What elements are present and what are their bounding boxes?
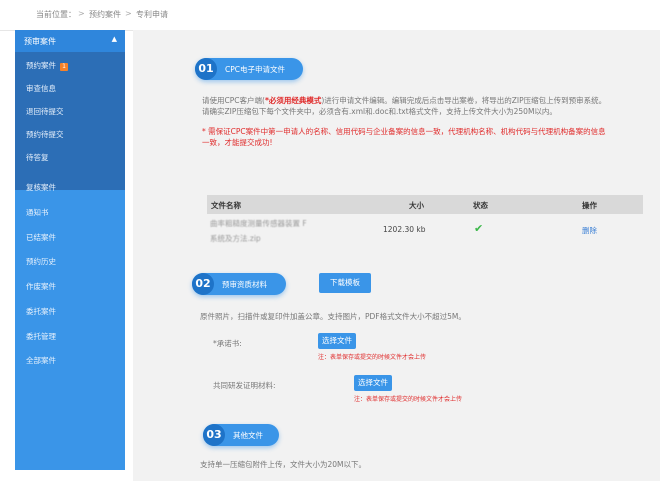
breadcrumb-separator: > <box>78 9 85 18</box>
cpc-instruction-line-2: 请确实ZIP压缩包下每个文件夹中，必须含有.xml和.doc和.txt格式文件，… <box>202 107 557 116</box>
section-title: CPC电子申请文件 <box>225 65 285 74</box>
file-name-line-1: 曲率粗糙度测量传感器装置 F <box>210 219 307 228</box>
sidebar-item-appointment-history[interactable]: 预约历史 <box>26 256 56 267</box>
sidebar-group-preexam[interactable]: 预审案件 ▲ <box>15 30 125 52</box>
section-number: 03 <box>203 424 225 446</box>
file-size: 1202.30 kb <box>383 225 426 234</box>
section-number: 01 <box>195 58 217 80</box>
upload-note-joint-rd: 注：表单保存或提交的时候文件才会上传 <box>354 396 463 403</box>
sidebar-item-closed-cases[interactable]: 已结案件 <box>26 232 56 243</box>
sidebar-item-appointment-pending[interactable]: 预约待提交 <box>26 129 64 140</box>
cpc-instruction-line-1: 请使用CPC客户端(*必须用经典模式)进行申请文件编辑。编辑完成后点击导出案卷，… <box>202 96 607 105</box>
sidebar-item-all-cases[interactable]: 全部案件 <box>26 355 56 366</box>
section-header-other-files: 03 其他文件 <box>203 424 279 446</box>
sidebar-item-recheck-cases[interactable]: 复核案件 <box>26 182 56 193</box>
section-header-qualification: 02 预审资质材料 <box>192 273 286 295</box>
choose-file-joint-rd-button[interactable]: 选择文件 <box>354 375 392 391</box>
chevron-up-icon: ▲ <box>111 35 117 43</box>
upload-note-commitment: 注：表单保存或提交的时候文件才会上传 <box>318 354 427 361</box>
sidebar-submenu: 预约案件 1 审查信息 退回待提交 预约待提交 待答复 <box>15 52 125 190</box>
column-header-action: 操作 <box>582 201 597 210</box>
sidebar-item-void-cases[interactable]: 作废案件 <box>26 281 56 292</box>
sidebar-item-entrusted-cases[interactable]: 委托案件 <box>26 306 56 317</box>
section-title: 其他文件 <box>233 431 263 440</box>
sidebar-item-label: 预约案件 <box>26 61 56 70</box>
sidebar-item-entrust-management[interactable]: 委托管理 <box>26 331 56 342</box>
file-table-header: 文件名称 大小 状态 操作 <box>207 195 643 214</box>
sidebar-item-notices[interactable]: 通知书 <box>26 207 49 218</box>
download-template-button[interactable]: 下载模板 <box>319 273 371 293</box>
qualification-description: 原件照片，扫描件或复印件加盖公章。支持图片，PDF格式文件大小不超过5M。 <box>200 312 466 321</box>
breadcrumb-prefix: 当前位置： <box>36 10 76 19</box>
section-header-cpc-files: 01 CPC电子申请文件 <box>195 58 303 80</box>
cpc-warning-line-1: * 需保证CPC案件中第一申请人的名称、信用代码与企业备案的信息一致，代理机构名… <box>202 127 606 136</box>
breadcrumb-link-appointment[interactable]: 预约案件 <box>89 9 121 20</box>
column-header-size: 大小 <box>409 201 424 210</box>
sidebar-item-awaiting-reply[interactable]: 待答复 <box>26 152 49 163</box>
choose-file-commitment-button[interactable]: 选择文件 <box>318 333 356 349</box>
file-name-line-2: 系统及方法.zip <box>210 234 261 243</box>
field-label-joint-rd-proof: 共同研发证明材料: <box>213 381 276 390</box>
sidebar: 预审案件 ▲ 预约案件 1 审查信息 退回待提交 预约待提交 待答复 复核案件 通… <box>15 30 125 470</box>
field-label-commitment: *承诺书: <box>213 339 242 348</box>
sidebar-item-appointment-cases[interactable]: 预约案件 1 <box>26 60 68 71</box>
delete-file-link[interactable]: 删除 <box>582 225 597 236</box>
breadcrumb-separator: > <box>125 9 132 18</box>
section-title: 预审资质材料 <box>222 280 267 289</box>
sidebar-item-returned-pending[interactable]: 退回待提交 <box>26 106 64 117</box>
column-header-filename: 文件名称 <box>211 201 241 210</box>
column-header-status: 状态 <box>473 201 488 210</box>
classic-mode-note: *必须用经典模式 <box>264 96 322 105</box>
section-number: 02 <box>192 273 214 295</box>
sidebar-item-review-info[interactable]: 审查信息 <box>26 83 56 94</box>
other-files-description: 支持单一压缩包附件上传，文件大小为20M以下。 <box>200 460 367 469</box>
count-badge: 1 <box>60 63 68 71</box>
cpc-warning-line-2: 一致，才能提交成功! <box>202 138 273 147</box>
check-icon: ✔ <box>474 222 484 235</box>
sidebar-group-label: 预审案件 <box>24 37 56 46</box>
breadcrumb-current: 专利申请 <box>136 10 168 19</box>
top-bar: 当前位置： > 预约案件 > 专利申请 <box>0 0 660 31</box>
